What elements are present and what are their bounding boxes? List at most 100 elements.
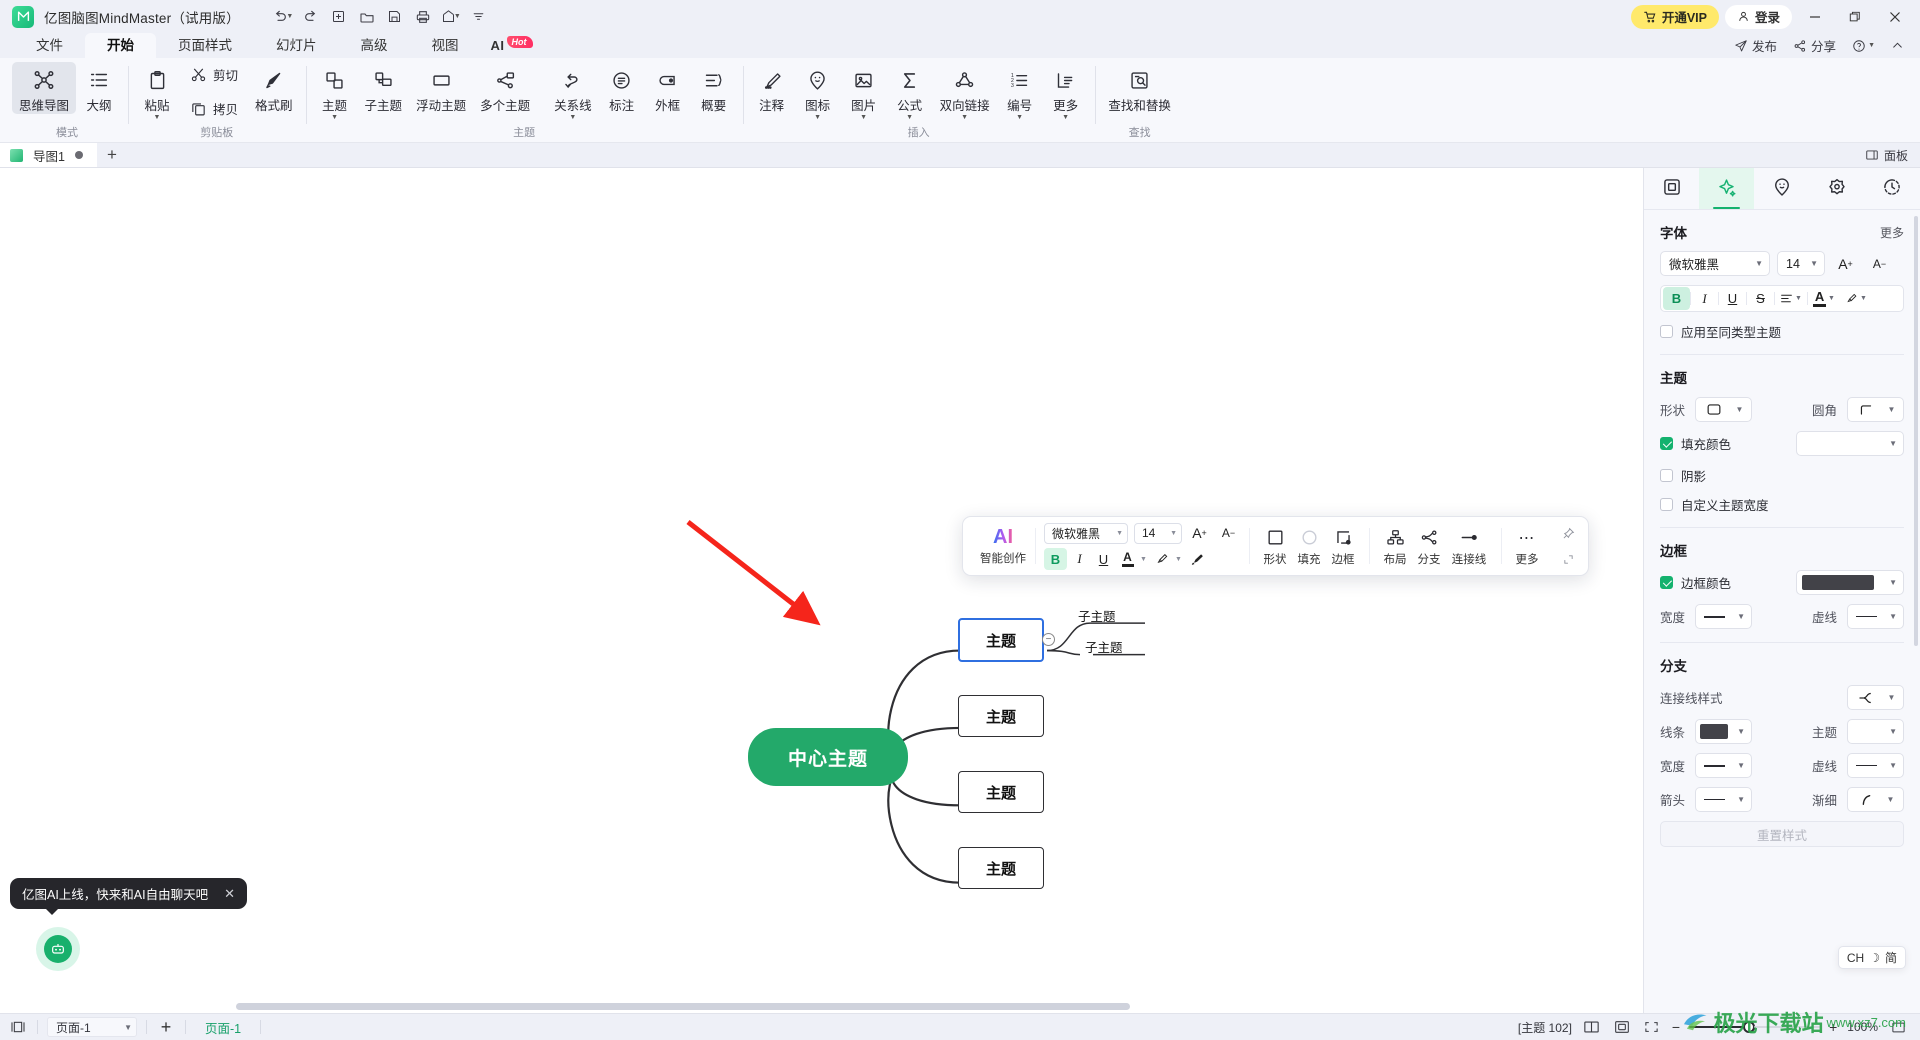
float-highlight-button[interactable] <box>1151 548 1174 570</box>
minimize-button[interactable] <box>1798 2 1832 32</box>
fill-color-select[interactable]: ▼ <box>1796 431 1904 456</box>
branch-line-color-select[interactable]: ▼ <box>1695 719 1753 744</box>
branch-topic-select[interactable]: ▼ <box>1847 719 1904 744</box>
menu-item-home[interactable]: 开始 <box>85 33 156 58</box>
print-button[interactable] <box>410 5 436 29</box>
right-tab-sticker[interactable] <box>1754 168 1809 209</box>
right-tab-page[interactable] <box>1644 168 1699 209</box>
float-fill-button[interactable]: 填充 <box>1292 526 1326 567</box>
fullscreen-icon[interactable] <box>1642 1018 1662 1036</box>
open-button[interactable] <box>354 5 380 29</box>
paste-caret-icon[interactable]: ▼ <box>154 114 161 121</box>
menu-item-advanced[interactable]: 高级 <box>339 33 410 58</box>
menu-item-page-style[interactable]: 页面样式 <box>156 33 254 58</box>
ribbon-callout-button[interactable]: 标注 <box>599 62 645 114</box>
ribbon-copy-button[interactable]: 拷贝 <box>184 96 244 121</box>
more-caret-icon[interactable]: ▼ <box>1062 114 1069 121</box>
ribbon-find-replace-button[interactable]: 查找和替换 <box>1101 62 1179 114</box>
right-panel-scrollbar[interactable] <box>1914 216 1918 646</box>
subtopic-node-2[interactable]: 子主题 <box>1085 637 1123 656</box>
ribbon-subtopic-button[interactable]: 子主题 <box>358 62 410 114</box>
increase-font-button[interactable]: A + <box>1832 252 1859 275</box>
publish-button[interactable]: 发布 <box>1728 34 1783 57</box>
branch-taper-select[interactable]: ▼ <box>1847 787 1904 812</box>
customize-qat-button[interactable] <box>466 5 492 29</box>
shape-select[interactable]: ▼ <box>1695 397 1753 422</box>
shadow-checkbox[interactable] <box>1660 469 1673 482</box>
branch-dash-select[interactable]: ▼ <box>1847 753 1904 778</box>
right-tab-style[interactable] <box>1699 168 1755 209</box>
subtopic-node-1[interactable]: 子主题 <box>1078 606 1116 625</box>
zoom-in-button[interactable]: + <box>1829 1019 1837 1035</box>
menu-item-ai[interactable]: AI Hot <box>481 33 543 58</box>
float-ai-section[interactable]: AI 智能创作 <box>971 522 1035 570</box>
font-more-link[interactable]: 更多 <box>1880 224 1904 241</box>
border-color-select[interactable]: ▼ <box>1796 570 1904 595</box>
close-button[interactable] <box>1878 2 1912 32</box>
custom-width-checkbox[interactable] <box>1660 498 1673 511</box>
canvas-hscrollbar[interactable] <box>0 999 1366 1013</box>
ime-indicator[interactable]: CH ☽ 简 <box>1837 946 1906 969</box>
pin-icon[interactable] <box>1557 522 1580 544</box>
fill-color-checkbox[interactable] <box>1660 437 1673 450</box>
branch-width-select[interactable]: ▼ <box>1695 753 1753 778</box>
right-tab-shape[interactable] <box>1810 168 1865 209</box>
decrease-font-button[interactable]: A − <box>1866 252 1893 275</box>
vip-upgrade-button[interactable]: 开通VIP <box>1630 4 1719 29</box>
help-caret-icon[interactable]: ▼ <box>1868 42 1875 49</box>
topic-node-4[interactable]: 主题 <box>958 847 1044 889</box>
border-dash-select[interactable]: ▼ <box>1847 604 1904 629</box>
save-button[interactable] <box>382 5 408 29</box>
float-underline-button[interactable]: U <box>1092 548 1115 570</box>
redo-button[interactable] <box>298 5 324 29</box>
two-page-icon[interactable] <box>1582 1018 1602 1036</box>
border-width-select[interactable]: ▼ <box>1695 604 1753 629</box>
ribbon-sticker-button[interactable]: 图标 ▼ <box>795 62 841 121</box>
float-shape-button[interactable]: 形状 <box>1258 526 1292 567</box>
ribbon-floating-topic-button[interactable]: 浮动主题 <box>409 62 473 114</box>
undo-button[interactable]: ▼ <box>270 5 296 29</box>
float-increase-font-button[interactable]: A + <box>1188 522 1211 544</box>
resize-icon[interactable] <box>1557 548 1580 570</box>
collapse-ribbon-button[interactable] <box>1885 37 1910 54</box>
ribbon-paste-button[interactable]: 粘贴 ▼ <box>134 62 180 121</box>
collapse-toggle-icon[interactable]: − <box>1042 633 1055 646</box>
apply-same-type-row[interactable]: 应用至同类型主题 <box>1660 322 1904 341</box>
strikethrough-button[interactable]: S <box>1747 287 1774 310</box>
ribbon-format-painter-button[interactable]: 格式刷 <box>248 62 300 114</box>
shadow-row[interactable]: 阴影 <box>1660 466 1904 485</box>
maximize-button[interactable] <box>1838 2 1872 32</box>
connector-style-select[interactable]: ▼ <box>1847 685 1904 710</box>
page-tab-1[interactable]: 页面-1 <box>195 1018 251 1037</box>
add-document-tab-button[interactable]: + <box>97 143 127 167</box>
add-page-button[interactable]: + <box>156 1017 176 1037</box>
formula-caret-icon[interactable]: ▼ <box>906 114 913 121</box>
ribbon-summary-button[interactable]: 概要 <box>691 62 737 114</box>
bold-button[interactable]: B <box>1663 287 1690 310</box>
ribbon-more-button[interactable]: 更多 ▼ <box>1043 62 1089 121</box>
zoom-slider[interactable]: − + <box>1672 1019 1837 1035</box>
ribbon-outline-button[interactable]: 大纲 <box>76 62 122 114</box>
login-button[interactable]: 登录 <box>1724 4 1792 29</box>
float-branch-button[interactable]: 分支 <box>1412 526 1446 567</box>
float-font-color-button[interactable]: A <box>1116 548 1139 570</box>
border-color-checkbox[interactable] <box>1660 576 1673 589</box>
topic-node-3[interactable]: 主题 <box>958 771 1044 813</box>
float-clear-format-button[interactable] <box>1186 548 1209 570</box>
custom-width-row[interactable]: 自定义主题宽度 <box>1660 495 1904 514</box>
ribbon-multi-topic-button[interactable]: 多个主题 <box>473 62 537 114</box>
page-select[interactable]: 页面-1 ▼ <box>47 1017 137 1037</box>
help-button[interactable]: ▼ <box>1846 37 1881 55</box>
underline-button[interactable]: U <box>1719 287 1746 310</box>
undo-caret-icon[interactable]: ▼ <box>286 13 293 20</box>
italic-button[interactable]: I <box>1691 287 1718 310</box>
zoom-out-button[interactable]: − <box>1672 1019 1680 1035</box>
menu-item-file[interactable]: 文件 <box>14 33 85 58</box>
topic-node-2[interactable]: 主题 <box>958 695 1044 737</box>
ribbon-cut-button[interactable]: 剪切 <box>184 62 244 87</box>
ribbon-topic-button[interactable]: 主题 ▼ <box>312 62 358 121</box>
document-tab[interactable]: 导图1 <box>0 143 97 167</box>
right-tab-history[interactable] <box>1865 168 1920 209</box>
font-color-button[interactable]: A ▼ <box>1808 287 1840 310</box>
bidirectional-link-caret-icon[interactable]: ▼ <box>961 114 968 121</box>
